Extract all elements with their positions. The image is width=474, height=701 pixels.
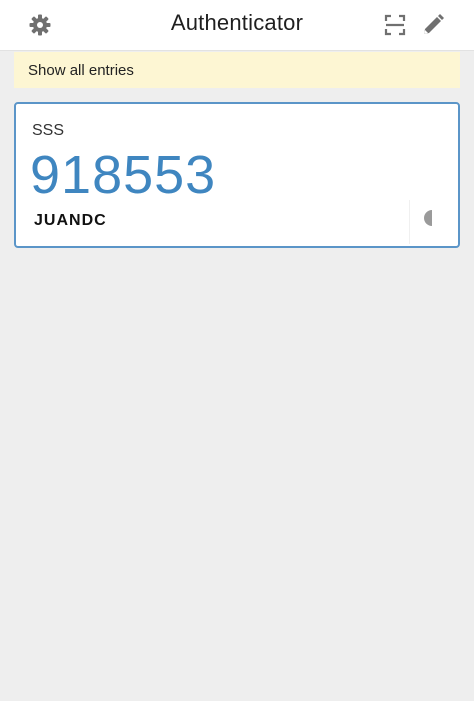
edit-button[interactable] (419, 11, 447, 39)
notice-text: Show all entries (28, 61, 134, 79)
pencil-icon (424, 14, 444, 34)
show-all-entries-banner[interactable]: Show all entries (14, 52, 460, 88)
entry-issuer: SSS (32, 122, 65, 139)
entry-code: 918553 (30, 145, 217, 205)
entry-account: JUANDC (34, 212, 107, 229)
timer-icon (424, 210, 432, 226)
scan-qr-button[interactable] (381, 11, 409, 39)
entry-card[interactable]: SSS 918553 JUANDC (14, 102, 460, 248)
app-header: Authenticator (0, 0, 474, 51)
scan-qr-icon (384, 14, 406, 36)
authenticator-app: Authenticator Show all entries SSS 91855… (0, 0, 474, 701)
entry-divider (409, 200, 410, 244)
